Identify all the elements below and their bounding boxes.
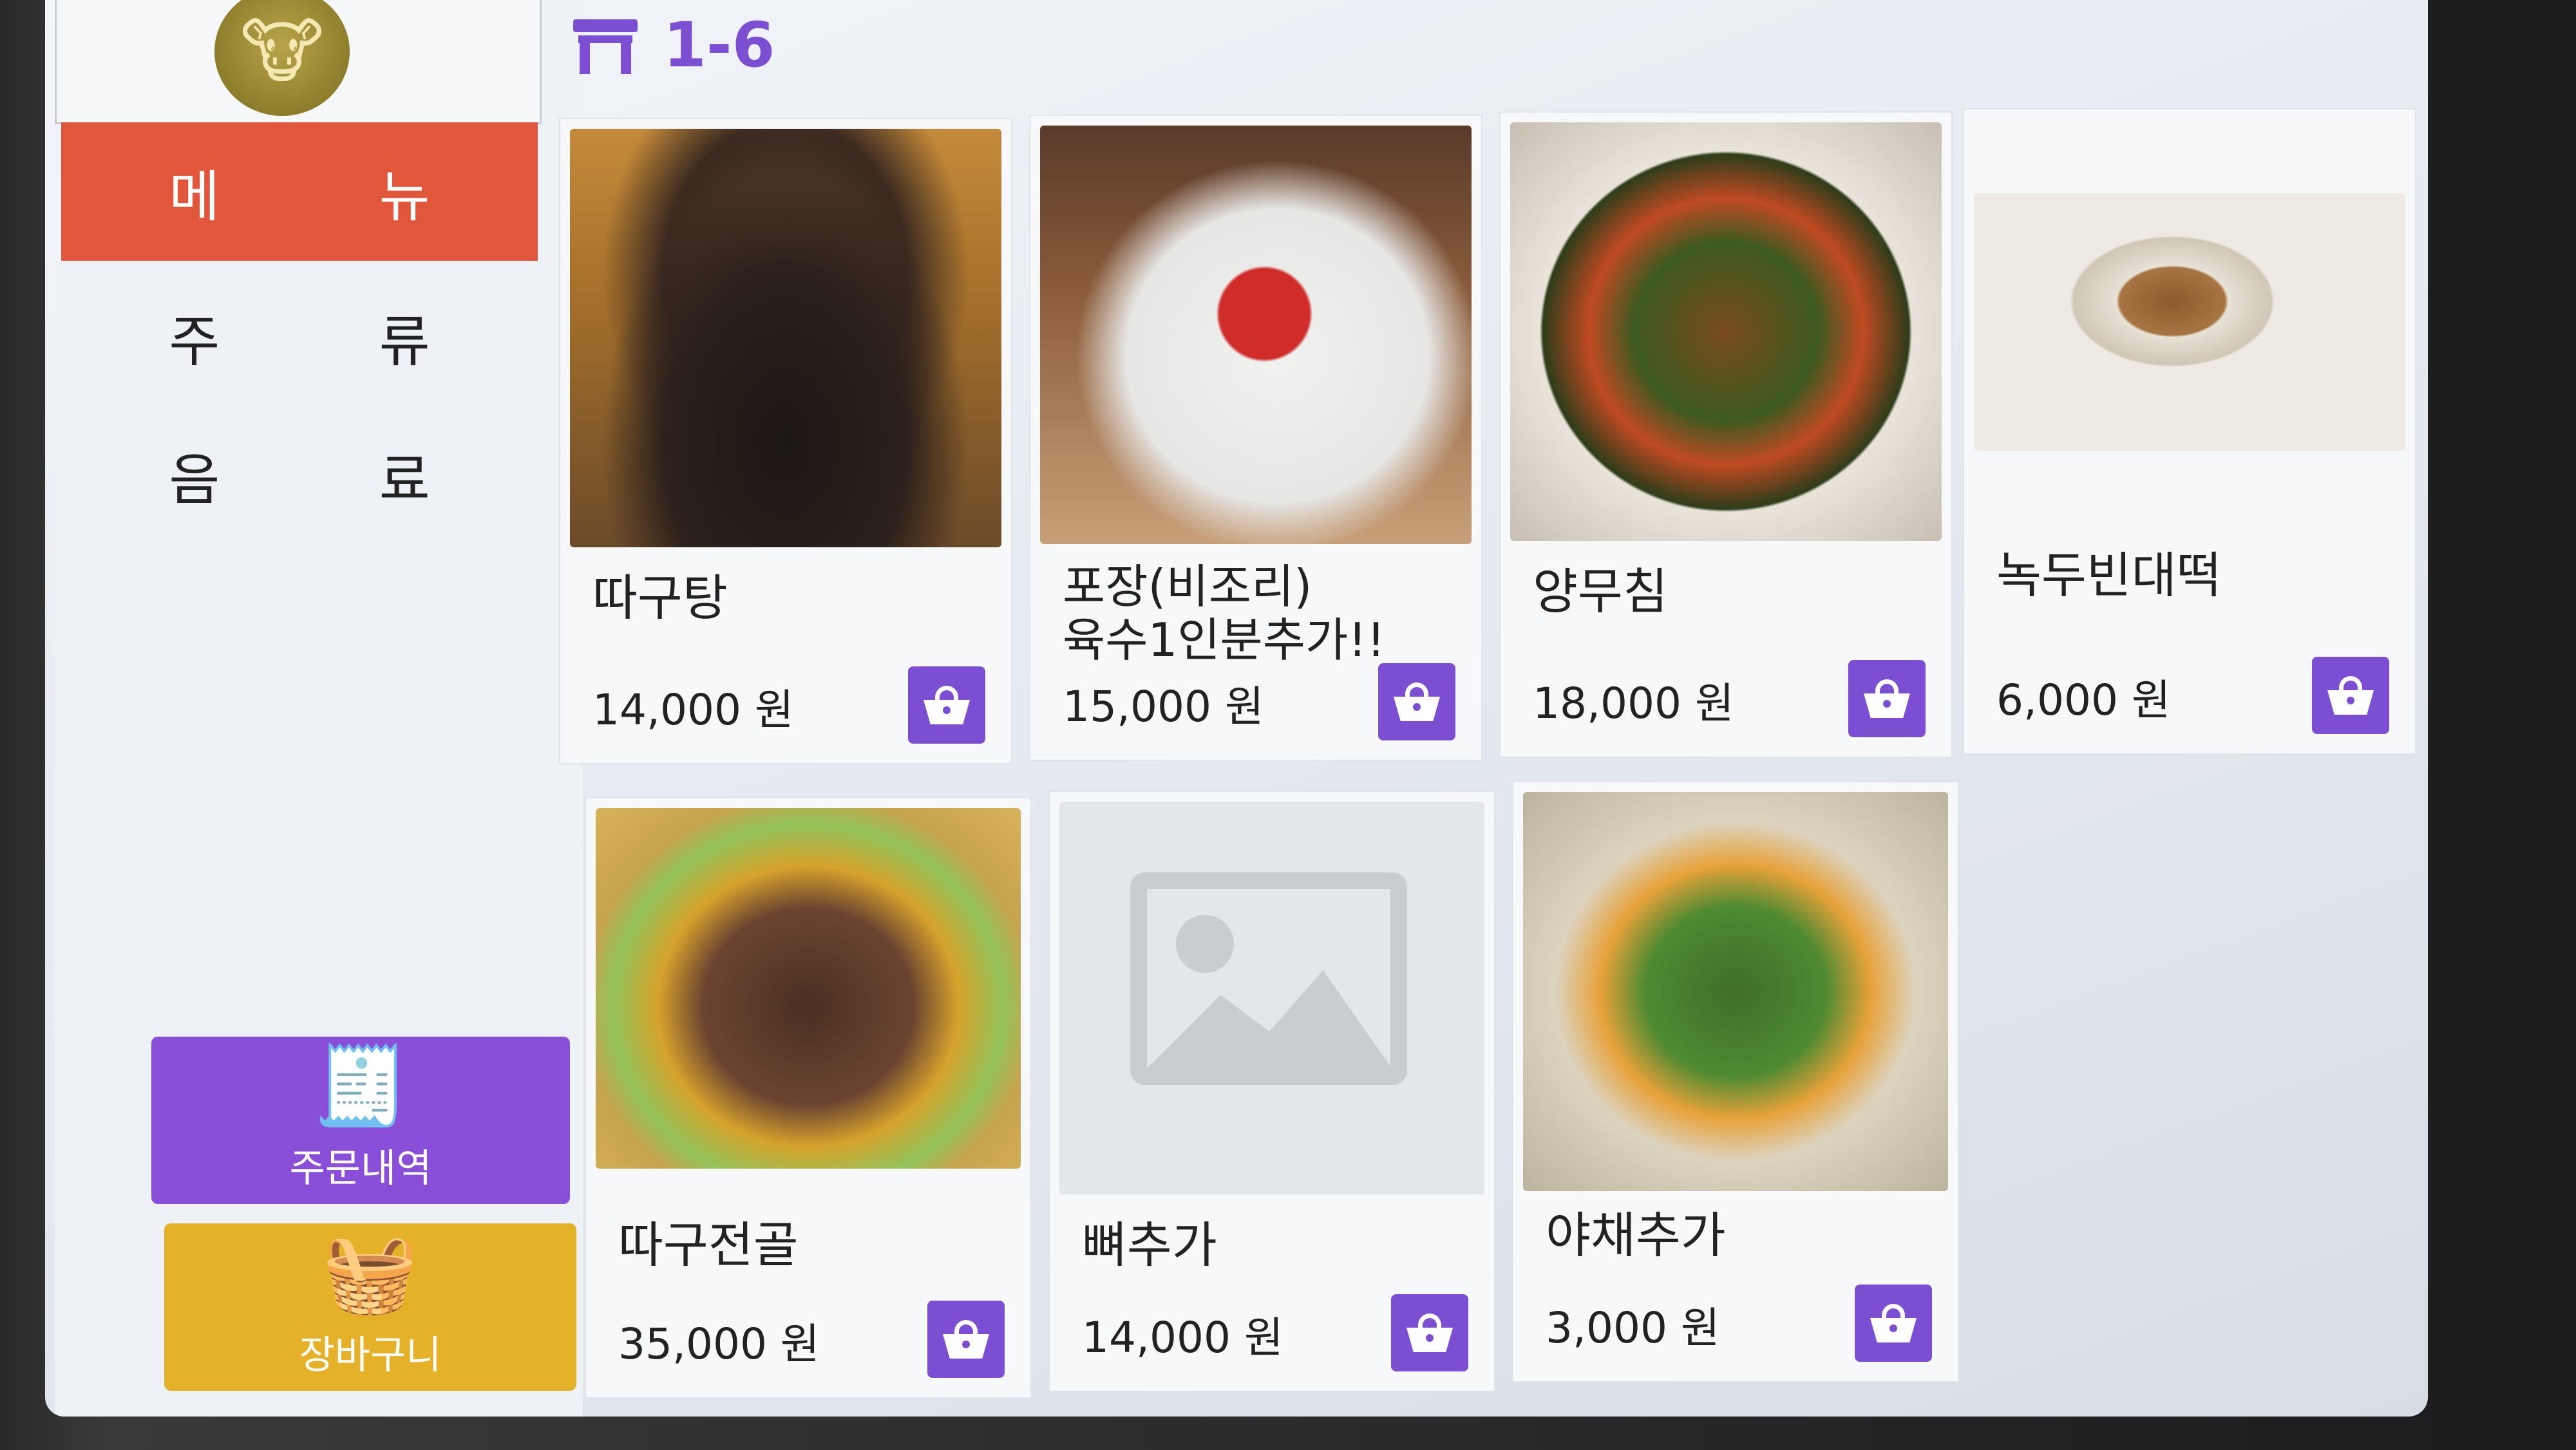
basket-icon	[1406, 1313, 1453, 1352]
basket-icon	[923, 686, 970, 724]
basket-icon	[1870, 1304, 1917, 1342]
table-indicator: 1-6	[573, 6, 775, 84]
menu-price: 14,000 원	[1082, 1313, 1283, 1362]
menu-photo	[1510, 122, 1942, 541]
table-icon	[573, 16, 638, 74]
menu-name: 따구탕	[592, 569, 728, 626]
menu-photo	[1974, 193, 2405, 451]
category-tab-liquor[interactable]: 주 류	[61, 267, 538, 406]
basket-icon	[1864, 679, 1910, 718]
add-to-cart-button[interactable]	[927, 1301, 1005, 1378]
menu-name: 포장(비조리) 육수1인분추가!!	[1063, 560, 1385, 667]
add-to-cart-button[interactable]	[1855, 1285, 1932, 1362]
kiosk-screen: 🐮 메 뉴 주 류 음 료 🧾 주문내역 🧺 장바구니 1-6 따구탕 14,0…	[45, 0, 2428, 1417]
add-to-cart-button[interactable]	[1378, 663, 1455, 740]
menu-price: 3,000 원	[1546, 1303, 1720, 1353]
menu-name: 야채추가	[1546, 1207, 1726, 1264]
menu-card[interactable]: 야채추가 3,000 원	[1513, 782, 1958, 1381]
menu-card[interactable]: 뼈추가 14,000 원	[1050, 792, 1494, 1391]
logo-box: 🐮	[55, 0, 542, 124]
menu-price: 15,000 원	[1063, 682, 1264, 731]
menu-price: 18,000 원	[1533, 679, 1734, 728]
menu-price: 35,000 원	[618, 1319, 820, 1369]
basket-icon	[1394, 683, 1440, 721]
menu-photo	[1523, 792, 1948, 1191]
menu-photo	[596, 808, 1021, 1169]
menu-price: 14,000 원	[592, 685, 794, 735]
cart-label: 장바구니	[299, 1332, 442, 1378]
add-to-cart-button[interactable]	[1848, 660, 1926, 737]
category-tab-drinks[interactable]: 음 료	[61, 406, 538, 544]
menu-name: 뼈추가	[1082, 1216, 1217, 1274]
menu-name: 양무침	[1533, 563, 1668, 620]
cart-button[interactable]: 🧺 장바구니	[164, 1223, 576, 1391]
menu-photo	[1040, 126, 1472, 544]
menu-price: 6,000 원	[1996, 675, 2171, 725]
menu-card[interactable]: 포장(비조리) 육수1인분추가!! 15,000 원	[1030, 116, 1481, 760]
image-placeholder-icon	[1130, 872, 1407, 1085]
add-to-cart-button[interactable]	[908, 666, 985, 744]
menu-name: 따구전골	[618, 1216, 799, 1274]
menu-card[interactable]: 녹두빈대떡 6,000 원	[1964, 109, 2415, 753]
menu-photo-placeholder	[1059, 802, 1484, 1194]
category-tab-menu[interactable]: 메 뉴	[61, 122, 538, 261]
order-history-button[interactable]: 🧾 주문내역	[151, 1037, 570, 1204]
menu-card[interactable]: 따구탕 14,000 원	[560, 119, 1011, 763]
basket-icon	[943, 1320, 989, 1359]
order-history-label: 주문내역	[289, 1145, 432, 1191]
menu-card[interactable]: 양무침 18,000 원	[1501, 113, 1951, 757]
receipt-icon: 🧾	[312, 1041, 409, 1131]
menu-photo	[570, 129, 1001, 547]
add-to-cart-button[interactable]	[2312, 657, 2389, 734]
sidebar: 🐮 메 뉴 주 류 음 료 🧾 주문내역 🧺 장바구니	[55, 0, 583, 1417]
menu-card[interactable]: 따구전골 35,000 원	[586, 798, 1030, 1397]
menu-name: 녹두빈대떡	[1996, 547, 2222, 604]
table-number: 1-6	[663, 9, 775, 81]
basket-icon	[2327, 676, 2374, 715]
brand-logo: 🐮	[214, 0, 350, 116]
basket-icon: 🧺	[322, 1228, 419, 1318]
add-to-cart-button[interactable]	[1391, 1294, 1468, 1371]
